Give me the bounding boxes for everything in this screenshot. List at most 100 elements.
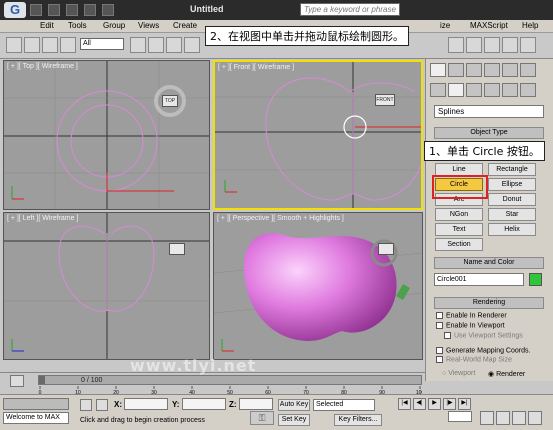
helpers-icon[interactable] xyxy=(502,83,518,97)
geometry-icon[interactable] xyxy=(430,83,446,97)
key-icon[interactable]: ⚿ xyxy=(250,411,274,425)
space-warps-icon[interactable] xyxy=(520,83,536,97)
section-button[interactable]: Section xyxy=(435,238,483,251)
ngon-button[interactable]: NGon xyxy=(435,208,483,221)
new-file-icon[interactable] xyxy=(30,4,42,16)
menu-customize[interactable]: ize xyxy=(440,21,450,30)
star-button[interactable]: Star xyxy=(488,208,536,221)
search-input[interactable]: Type a keyword or phrase xyxy=(300,3,400,16)
selection-lock-icon[interactable] xyxy=(80,399,92,411)
viewport-label-front[interactable]: [ + ][ Front ][ Wireframe ] xyxy=(218,64,294,71)
helix-button[interactable]: Helix xyxy=(488,223,536,236)
checkbox-box[interactable] xyxy=(436,347,443,354)
save-icon[interactable] xyxy=(66,4,78,16)
previous-frame-icon[interactable]: ◀| xyxy=(413,398,426,410)
menu-help[interactable]: Help xyxy=(522,21,538,30)
rectangle-selection-icon[interactable] xyxy=(166,37,182,53)
absolute-mode-icon[interactable] xyxy=(96,399,108,411)
mini-curve-editor-icon[interactable] xyxy=(10,375,24,387)
pan-icon[interactable] xyxy=(512,411,526,425)
object-name-field[interactable]: Circle001 xyxy=(434,273,524,286)
play-icon[interactable]: ▶ xyxy=(428,398,441,410)
current-frame-field[interactable] xyxy=(448,411,472,422)
mirror-icon[interactable] xyxy=(466,37,482,53)
maxscript-mini-field[interactable]: Welcome to MAX xyxy=(3,412,69,424)
selection-filter-dropdown[interactable]: All xyxy=(80,38,124,50)
donut-button[interactable]: Donut xyxy=(488,193,536,206)
text-button[interactable]: Text xyxy=(435,223,483,236)
key-filters-button[interactable]: Key Filters... xyxy=(334,414,382,426)
viewcube-front[interactable]: FRONT xyxy=(375,94,395,106)
menu-create[interactable]: Create xyxy=(173,21,197,30)
auto-key-button[interactable]: Auto Key xyxy=(278,399,310,411)
motion-tab-icon[interactable] xyxy=(484,63,500,77)
rectangle-button[interactable]: Rectangle xyxy=(488,163,536,176)
open-file-icon[interactable] xyxy=(48,4,60,16)
select-by-name-icon[interactable] xyxy=(148,37,164,53)
shape-category-dropdown[interactable]: Splines xyxy=(434,105,544,118)
generate-mapping-checkbox[interactable]: Generate Mapping Coords. xyxy=(436,347,530,354)
align-icon[interactable] xyxy=(484,37,500,53)
x-coordinate-field[interactable] xyxy=(124,398,168,410)
orbit-icon[interactable] xyxy=(528,411,542,425)
utilities-tab-icon[interactable] xyxy=(520,63,536,77)
viewcube-perspective[interactable] xyxy=(378,243,394,255)
ellipse-button[interactable]: Ellipse xyxy=(488,178,536,191)
menu-tools[interactable]: Tools xyxy=(68,21,87,30)
hierarchy-tab-icon[interactable] xyxy=(466,63,482,77)
viewport-label-left[interactable]: [ + ][ Left ][ Wireframe ] xyxy=(7,215,78,222)
next-frame-icon[interactable]: |▶ xyxy=(443,398,456,410)
named-selection-icon[interactable] xyxy=(448,37,464,53)
z-coordinate-field[interactable] xyxy=(239,398,273,410)
shapes-icon[interactable] xyxy=(448,83,464,97)
go-to-end-icon[interactable]: ▶| xyxy=(458,398,471,410)
lights-icon[interactable] xyxy=(466,83,482,97)
use-viewport-settings-checkbox[interactable]: Use Viewport Settings xyxy=(444,332,523,339)
select-object-icon[interactable] xyxy=(130,37,146,53)
undo-button-icon[interactable] xyxy=(6,37,22,53)
time-slider[interactable]: 0 / 100 xyxy=(38,375,422,385)
enable-in-renderer-checkbox[interactable]: Enable In Renderer xyxy=(436,312,507,319)
create-tab-icon[interactable] xyxy=(430,63,446,77)
viewport-top[interactable]: [ + ][ Top ][ Wireframe ] TOP xyxy=(3,60,210,210)
link-icon[interactable] xyxy=(24,37,40,53)
time-slider-thumb[interactable] xyxy=(39,376,45,384)
y-coordinate-field[interactable] xyxy=(182,398,226,410)
menu-edit[interactable]: Edit xyxy=(40,21,54,30)
real-world-map-size-checkbox[interactable]: Real-World Map Size xyxy=(436,356,512,363)
window-crossing-icon[interactable] xyxy=(184,37,200,53)
object-type-rollout-header[interactable]: Object Type xyxy=(434,127,544,139)
viewcube-left[interactable] xyxy=(169,243,185,255)
viewport-label-perspective[interactable]: [ + ][ Perspective ][ Smooth + Highlight… xyxy=(217,215,344,222)
curve-editor-icon[interactable] xyxy=(520,37,536,53)
viewport-front[interactable]: [ + ][ Front ][ Wireframe ] FRONT xyxy=(213,60,423,210)
modify-tab-icon[interactable] xyxy=(448,63,464,77)
zoom-icon[interactable] xyxy=(480,411,494,425)
viewport-label-top[interactable]: [ + ][ Top ][ Wireframe ] xyxy=(7,63,78,70)
checkbox-box[interactable] xyxy=(444,332,451,339)
redo-icon[interactable] xyxy=(102,4,114,16)
bind-space-warp-icon[interactable] xyxy=(60,37,76,53)
go-to-start-icon[interactable]: |◀ xyxy=(398,398,411,410)
menu-maxscript[interactable]: MAXScript xyxy=(470,21,508,30)
viewport-radio[interactable]: ○ Viewport xyxy=(442,370,475,377)
undo-icon[interactable] xyxy=(84,4,96,16)
key-mode-dropdown[interactable]: Selected xyxy=(313,399,375,411)
object-color-swatch[interactable] xyxy=(529,273,542,286)
checkbox-box[interactable] xyxy=(436,356,443,363)
renderer-radio[interactable]: ◉ Renderer xyxy=(488,370,525,378)
menu-group[interactable]: Group xyxy=(103,21,125,30)
enable-in-viewport-checkbox[interactable]: Enable In Viewport xyxy=(436,322,505,329)
set-key-button[interactable]: Set Key xyxy=(278,414,310,426)
zoom-extents-icon[interactable] xyxy=(496,411,510,425)
display-tab-icon[interactable] xyxy=(502,63,518,77)
name-color-rollout-header[interactable]: Name and Color xyxy=(434,257,544,269)
menu-views[interactable]: Views xyxy=(138,21,159,30)
viewport-perspective[interactable]: [ + ][ Perspective ][ Smooth + Highlight… xyxy=(213,212,423,360)
viewport-left[interactable]: [ + ][ Left ][ Wireframe ] xyxy=(3,212,210,360)
viewcube-top[interactable]: TOP xyxy=(162,95,178,107)
rendering-rollout-header[interactable]: Rendering xyxy=(434,297,544,309)
cameras-icon[interactable] xyxy=(484,83,500,97)
checkbox-box[interactable] xyxy=(436,322,443,329)
app-logo-icon[interactable]: G xyxy=(4,2,26,18)
